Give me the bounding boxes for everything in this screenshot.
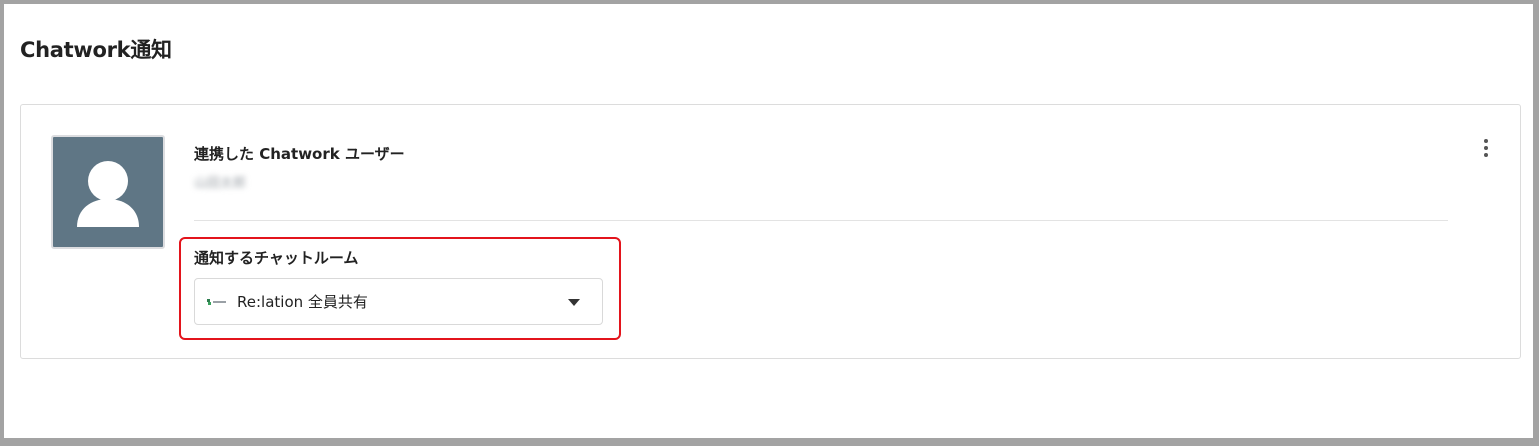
chatroom-select[interactable]: Re:lation 全員共有 <box>194 278 603 325</box>
chatwork-user-card: 連携した Chatwork ユーザー 山田太郎 通知するチャットルーム Re:l… <box>20 104 1521 359</box>
chatroom-select-value: Re:lation 全員共有 <box>237 293 368 311</box>
menu-dot <box>1484 153 1488 157</box>
chatroom-label: 通知するチャットルーム <box>194 249 359 267</box>
user-silhouette-icon <box>77 161 139 227</box>
divider <box>194 220 1448 221</box>
chevron-down-icon <box>568 299 580 306</box>
linked-user-label: 連携した Chatwork ユーザー <box>194 145 405 163</box>
menu-dot <box>1484 146 1488 150</box>
chatroom-logo-icon <box>207 299 226 305</box>
linked-user-name: 山田太郎 <box>194 176 247 191</box>
menu-dot <box>1484 139 1488 143</box>
page-title: Chatwork通知 <box>20 38 172 62</box>
user-avatar <box>51 135 165 249</box>
more-vertical-icon[interactable] <box>1476 135 1496 161</box>
